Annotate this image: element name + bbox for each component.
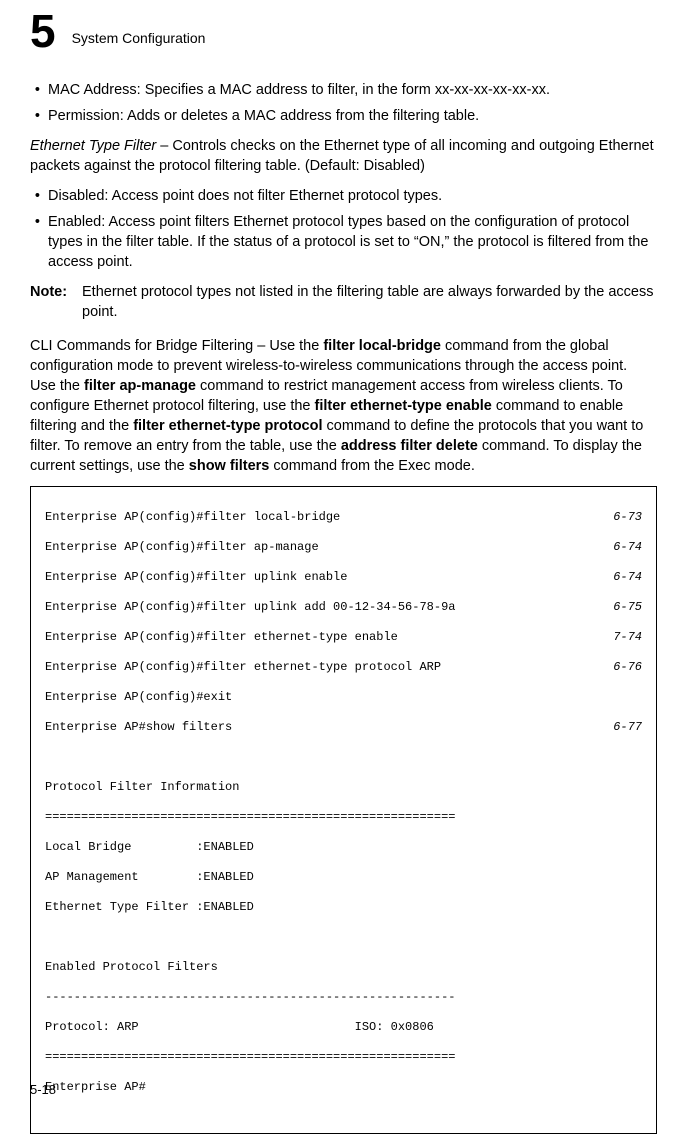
note-block: Note: Ethernet protocol types not listed… [30,282,657,322]
code-line: Enterprise AP(config)#filter ethernet-ty… [45,660,642,675]
code-line: ========================================… [45,1050,642,1065]
code-line [45,750,642,765]
code-line: Enterprise AP(config)#filter uplink add … [45,600,642,615]
code-line: ----------------------------------------… [45,990,642,1005]
code-line: Enterprise AP(config)#exit [45,690,642,705]
cli-command: filter local-bridge [323,338,441,354]
code-line: Protocol: ARP ISO: 0x0806 [45,1020,642,1035]
code-line: Enabled Protocol Filters [45,960,642,975]
code-line: Ethernet Type Filter :ENABLED [45,900,642,915]
body-content: MAC Address: Specifies a MAC address to … [30,80,657,1134]
code-line [45,930,642,945]
cli-text: CLI Commands for Bridge Filtering – Use … [30,338,323,354]
terminal-output: Enterprise AP(config)#filter local-bridg… [30,486,657,1134]
list-item: MAC Address: Specifies a MAC address to … [44,80,657,100]
code-line: Protocol Filter Information [45,780,642,795]
note-text: Ethernet protocol types not listed in th… [82,282,657,322]
cli-command: filter ethernet-type enable [315,398,492,414]
chapter-title: System Configuration [72,30,206,46]
page-header: 5 System Configuration [30,30,657,54]
code-line: Local Bridge :ENABLED [45,840,642,855]
chapter-number: 5 [30,8,56,54]
mac-filter-list: MAC Address: Specifies a MAC address to … [30,80,657,126]
list-item: Permission: Adds or deletes a MAC addres… [44,106,657,126]
ethernet-filter-label: Ethernet Type Filter [30,138,156,154]
cli-commands-paragraph: CLI Commands for Bridge Filtering – Use … [30,336,657,476]
code-line: Enterprise AP(config)#filter local-bridg… [45,510,642,525]
cli-text: command from the Exec mode. [269,458,475,474]
code-line: Enterprise AP(config)#filter uplink enab… [45,570,642,585]
note-label: Note: [30,282,82,322]
cli-command: filter ap-manage [84,378,196,394]
code-line: Enterprise AP#show filters6-77 [45,720,642,735]
cli-command: address filter delete [341,438,478,454]
code-line: ========================================… [45,810,642,825]
code-line: Enterprise AP(config)#filter ap-manage6-… [45,540,642,555]
code-line: Enterprise AP(config)#filter ethernet-ty… [45,630,642,645]
ethernet-filter-paragraph: Ethernet Type Filter – Controls checks o… [30,136,657,176]
list-item: Disabled: Access point does not filter E… [44,186,657,206]
code-line: Enterprise AP# [45,1080,642,1095]
ethernet-filter-list: Disabled: Access point does not filter E… [30,186,657,272]
code-line: AP Management :ENABLED [45,870,642,885]
cli-command: show filters [189,458,270,474]
page-number: 5-18 [30,1082,56,1097]
cli-command: filter ethernet-type protocol [133,418,322,434]
list-item: Enabled: Access point filters Ethernet p… [44,212,657,272]
